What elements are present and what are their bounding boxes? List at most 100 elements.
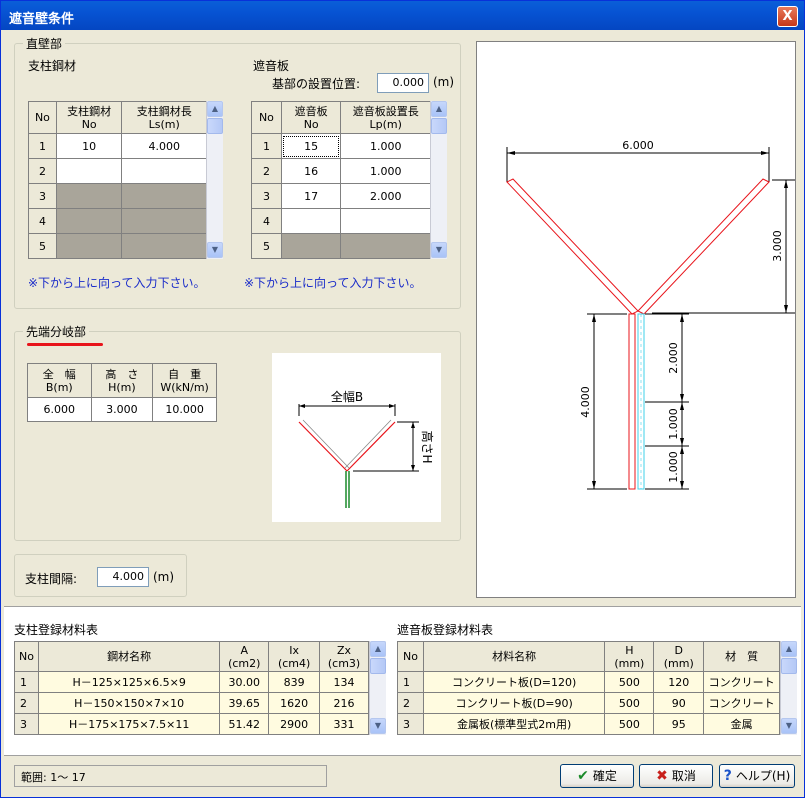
- tip-branch-underline: [27, 343, 103, 346]
- table-cell[interactable]: 500: [604, 713, 655, 735]
- table-cell[interactable]: 331: [319, 713, 369, 735]
- scroll-down-icon[interactable]: ▼: [781, 718, 797, 734]
- table-cell[interactable]: H－175×175×7.5×11: [37, 713, 221, 735]
- close-button[interactable]: X: [777, 6, 798, 27]
- table-cell[interactable]: 216: [319, 692, 369, 714]
- scroll-thumb[interactable]: [431, 118, 447, 134]
- spacing-input[interactable]: 4.000: [97, 567, 149, 587]
- dialog-window: 遮音壁条件 X 直壁部 支柱鋼材 No 支柱鋼材 No 支柱鋼材長 Ls(m) …: [0, 0, 805, 798]
- barrier-materials-table[interactable]: No 材料名称 H (mm) D (mm) 材 質 1 コンクリート板(D=12…: [397, 641, 780, 735]
- help-button[interactable]: ? ヘルプ(H): [719, 764, 795, 788]
- post-materials-table[interactable]: No 鋼材名称 A (cm2) Ix (cm4) Zx (cm3) 1 H－12…: [14, 641, 369, 735]
- scroll-up-icon[interactable]: ▲: [370, 641, 386, 657]
- post-col-no: No: [28, 101, 57, 134]
- preview-seg-label-2: 1.000: [667, 408, 680, 440]
- grid-cell[interactable]: [340, 233, 431, 259]
- grid-cell[interactable]: 15: [280, 133, 342, 159]
- grid-cell[interactable]: [121, 208, 207, 234]
- check-icon: ✔: [577, 768, 589, 784]
- tip-branch-grid[interactable]: 全 幅 B(m) 高 さ H(m) 自 重 W(kN/m) 6.000 3.00…: [27, 363, 217, 422]
- preview-svg: 6.000 3.000 4.000 2.000 1.000 1.000: [506, 139, 795, 490]
- table-cell[interactable]: コンクリート板(D=120): [422, 671, 606, 693]
- table-cell[interactable]: 1620: [268, 692, 321, 714]
- scroll-up-icon[interactable]: ▲: [431, 101, 447, 117]
- grid-cell[interactable]: [121, 233, 207, 259]
- grid-cell[interactable]: 4.000: [121, 133, 207, 159]
- scroll-down-icon[interactable]: ▼: [431, 242, 447, 258]
- grid-cell[interactable]: 16: [280, 158, 342, 184]
- ok-button[interactable]: ✔ 確定: [560, 764, 634, 788]
- barrier-materials-scrollbar[interactable]: ▲ ▼: [780, 641, 797, 735]
- table-cell[interactable]: 39.65: [219, 692, 270, 714]
- scroll-thumb[interactable]: [781, 658, 797, 674]
- spacing-unit: (m): [153, 570, 175, 584]
- scroll-thumb[interactable]: [370, 658, 386, 674]
- table-cell[interactable]: 金属板(標準型式2m用): [422, 713, 606, 735]
- table-cell[interactable]: 500: [604, 692, 655, 714]
- bm-col-d: D (mm): [653, 641, 705, 672]
- table-cell[interactable]: コンクリート: [703, 671, 780, 693]
- table-cell[interactable]: 134: [319, 671, 369, 693]
- diagram-height-label: 高さH: [420, 430, 435, 463]
- preview-height-label: 3.000: [771, 230, 784, 262]
- pm-col-a: A (cm2): [219, 641, 270, 672]
- table-cell[interactable]: 500: [604, 671, 655, 693]
- cancel-button[interactable]: ✖ 取消: [639, 764, 713, 788]
- table-cell[interactable]: 839: [268, 671, 321, 693]
- barrier-grid-scrollbar[interactable]: ▲ ▼: [430, 101, 447, 259]
- barrier-grid[interactable]: No 遮音板 No 遮音板設置長 Lp(m) 1 15 1.000 2 16 1.000…: [251, 101, 431, 259]
- tip-height-cell[interactable]: 3.000: [90, 397, 154, 422]
- scroll-up-icon[interactable]: ▲: [781, 641, 797, 657]
- scroll-down-icon[interactable]: ▼: [207, 242, 223, 258]
- grid-cell[interactable]: [280, 208, 342, 234]
- table-cell[interactable]: 30.00: [219, 671, 270, 693]
- title-bar: 遮音壁条件 X: [1, 1, 804, 30]
- tip-width-cell[interactable]: 6.000: [27, 397, 92, 422]
- post-col-length: 支柱鋼材長 Ls(m): [121, 101, 207, 134]
- grid-cell[interactable]: [55, 208, 123, 234]
- grid-cell[interactable]: [340, 208, 431, 234]
- bm-col-name: 材料名称: [422, 641, 606, 672]
- row-number: 2: [251, 158, 282, 184]
- grid-cell[interactable]: [55, 183, 123, 209]
- table-cell[interactable]: 金属: [703, 713, 780, 735]
- table-cell[interactable]: コンクリート: [703, 692, 780, 714]
- scroll-down-icon[interactable]: ▼: [370, 718, 386, 734]
- row-number: 1: [28, 133, 57, 159]
- base-position-input[interactable]: 0.000: [377, 73, 429, 93]
- diagram-width-label: 全幅B: [331, 389, 363, 404]
- grid-cell[interactable]: 10: [55, 133, 123, 159]
- help-question-icon: ?: [723, 768, 732, 784]
- base-position-unit: (m): [433, 75, 455, 89]
- grid-cell[interactable]: [121, 183, 207, 209]
- table-cell[interactable]: H－150×150×7×10: [37, 692, 221, 714]
- grid-cell[interactable]: [121, 158, 207, 184]
- grid-cell[interactable]: 1.000: [340, 133, 431, 159]
- grid-cell[interactable]: 17: [280, 183, 342, 209]
- grid-cell[interactable]: [55, 233, 123, 259]
- table-cell[interactable]: 120: [653, 671, 705, 693]
- table-cell[interactable]: コンクリート板(D=90): [422, 692, 606, 714]
- cancel-label: 取消: [671, 769, 696, 783]
- table-cell[interactable]: 51.42: [219, 713, 270, 735]
- scroll-up-icon[interactable]: ▲: [207, 101, 223, 117]
- grid-cell[interactable]: 2.000: [340, 183, 431, 209]
- post-col-steel-no: 支柱鋼材 No: [55, 101, 123, 134]
- bm-col-material: 材 質: [703, 641, 780, 672]
- table-cell[interactable]: 90: [653, 692, 705, 714]
- row-number: 3: [28, 183, 57, 209]
- post-grid-scrollbar[interactable]: ▲ ▼: [206, 101, 223, 259]
- scroll-thumb[interactable]: [207, 118, 223, 134]
- post-materials-scrollbar[interactable]: ▲ ▼: [369, 641, 386, 735]
- grid-cell[interactable]: [55, 158, 123, 184]
- table-cell[interactable]: H－125×125×6.5×9: [37, 671, 221, 693]
- tip-weight-cell[interactable]: 10.000: [152, 397, 217, 422]
- post-steel-grid[interactable]: No 支柱鋼材 No 支柱鋼材長 Ls(m) 1 10 4.000 2 3 4 5: [28, 101, 207, 259]
- grid-cell[interactable]: 1.000: [340, 158, 431, 184]
- table-cell[interactable]: 95: [653, 713, 705, 735]
- row-number: 2: [28, 158, 57, 184]
- grid-cell[interactable]: [280, 233, 342, 259]
- pm-col-no: No: [14, 641, 39, 672]
- row-number: 4: [28, 208, 57, 234]
- table-cell[interactable]: 2900: [268, 713, 321, 735]
